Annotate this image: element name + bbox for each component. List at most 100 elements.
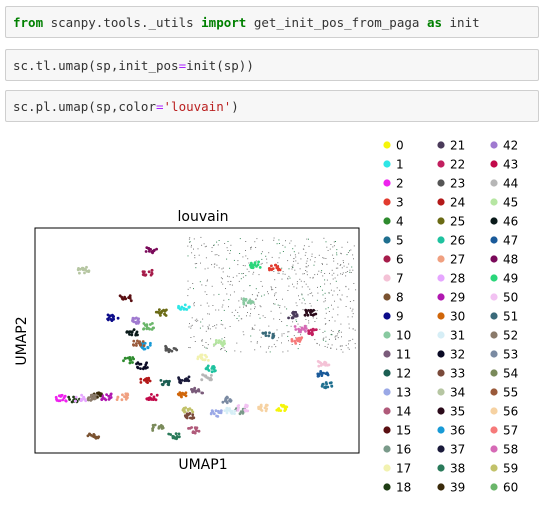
legend-label-16: 16 [396,443,411,457]
background-point [271,287,273,289]
cluster-21-point [294,310,298,314]
legend-marker-2 [383,179,391,187]
code-text-import[interactable]: from scanpy.tools._utils import get_init… [13,15,480,30]
code-cell-import[interactable]: from scanpy.tools._utils import get_init… [5,6,539,38]
cluster-25-point [164,314,168,317]
background-point [187,288,189,290]
background-point [323,301,325,303]
legend-marker-15 [383,426,391,434]
legend-marker-59 [490,464,498,472]
background-point [255,247,257,248]
background-point [215,309,217,311]
background-point [274,279,276,281]
background-point [273,343,275,345]
background-point [220,281,222,283]
background-point [325,336,327,338]
background-point [208,324,210,326]
background-point [340,253,342,255]
legend-marker-25 [437,217,445,225]
cluster-1-point [187,306,191,309]
background-point [203,243,205,245]
background-point [250,308,252,310]
legend-marker-24 [437,198,445,206]
background-point [325,312,327,314]
cluster-24-point [146,377,150,380]
background-point [278,239,280,241]
legend-label-14: 14 [396,405,411,419]
background-point [230,281,232,282]
background-point [193,303,195,305]
background-point [235,309,237,311]
background-point [295,273,297,275]
legend-marker-35 [437,407,445,415]
background-point [318,254,320,256]
background-point [274,293,276,295]
cluster-4-point [124,357,127,360]
background-point [294,269,296,271]
background-point [286,325,288,327]
legend-label-38: 38 [450,462,465,476]
background-point [250,247,251,249]
background-point [348,327,350,329]
cluster-47-point [318,372,322,376]
background-point [216,324,218,326]
background-point [321,263,323,264]
cluster-33-point [183,414,187,418]
background-point [333,258,335,259]
background-point [187,280,189,282]
code-cell-plot[interactable]: sc.pl.umap(sp,color='louvain') [5,90,539,122]
code-token: 'louvain' [163,99,232,114]
background-point [309,277,311,279]
background-point [353,245,355,247]
background-point [234,350,236,352]
cluster-9-point [116,316,120,320]
legend-label-25: 25 [450,215,465,229]
cluster-50-point [237,404,241,407]
cluster-53-point [224,398,228,402]
cluster-14-point [197,429,201,433]
background-point [353,258,354,260]
background-point [328,311,330,312]
background-point [193,288,194,290]
background-point [238,315,240,317]
background-point [267,291,268,293]
code-text-plot[interactable]: sc.pl.umap(sp,color='louvain') [13,99,239,114]
background-point [243,273,244,274]
background-point [224,337,226,338]
background-point [324,273,326,274]
legend-label-55: 55 [503,386,518,400]
legend-marker-57 [490,426,498,434]
background-point [317,292,319,294]
background-point [256,238,258,240]
background-point [355,289,357,291]
background-point [340,323,342,325]
background-point [341,345,343,347]
background-point [295,319,297,321]
cluster-12-point [161,383,165,387]
legend-label-36: 36 [450,424,465,438]
background-point [213,294,215,296]
background-point [217,244,219,246]
legend-marker-55 [490,388,498,396]
background-point [282,244,284,246]
background-point [287,260,289,262]
legend-marker-51 [490,312,498,320]
background-point [307,258,309,260]
background-point [307,265,309,267]
background-point [238,320,240,322]
cluster-6-point [150,272,154,276]
background-point [293,335,295,337]
background-point [296,321,298,322]
background-point [289,242,291,244]
background-point [226,258,228,260]
cluster-22-point [311,329,314,332]
cluster-55-point [135,344,138,347]
background-point [332,294,334,296]
cluster-54-point [160,427,164,430]
code-cell-umap[interactable]: sc.tl.umap(sp,init_pos=init(sp)) [5,49,539,81]
code-text-umap[interactable]: sc.tl.umap(sp,init_pos=init(sp)) [13,58,254,73]
background-point [230,244,232,246]
background-point [316,299,318,301]
background-point [254,306,256,308]
background-point [273,237,275,239]
